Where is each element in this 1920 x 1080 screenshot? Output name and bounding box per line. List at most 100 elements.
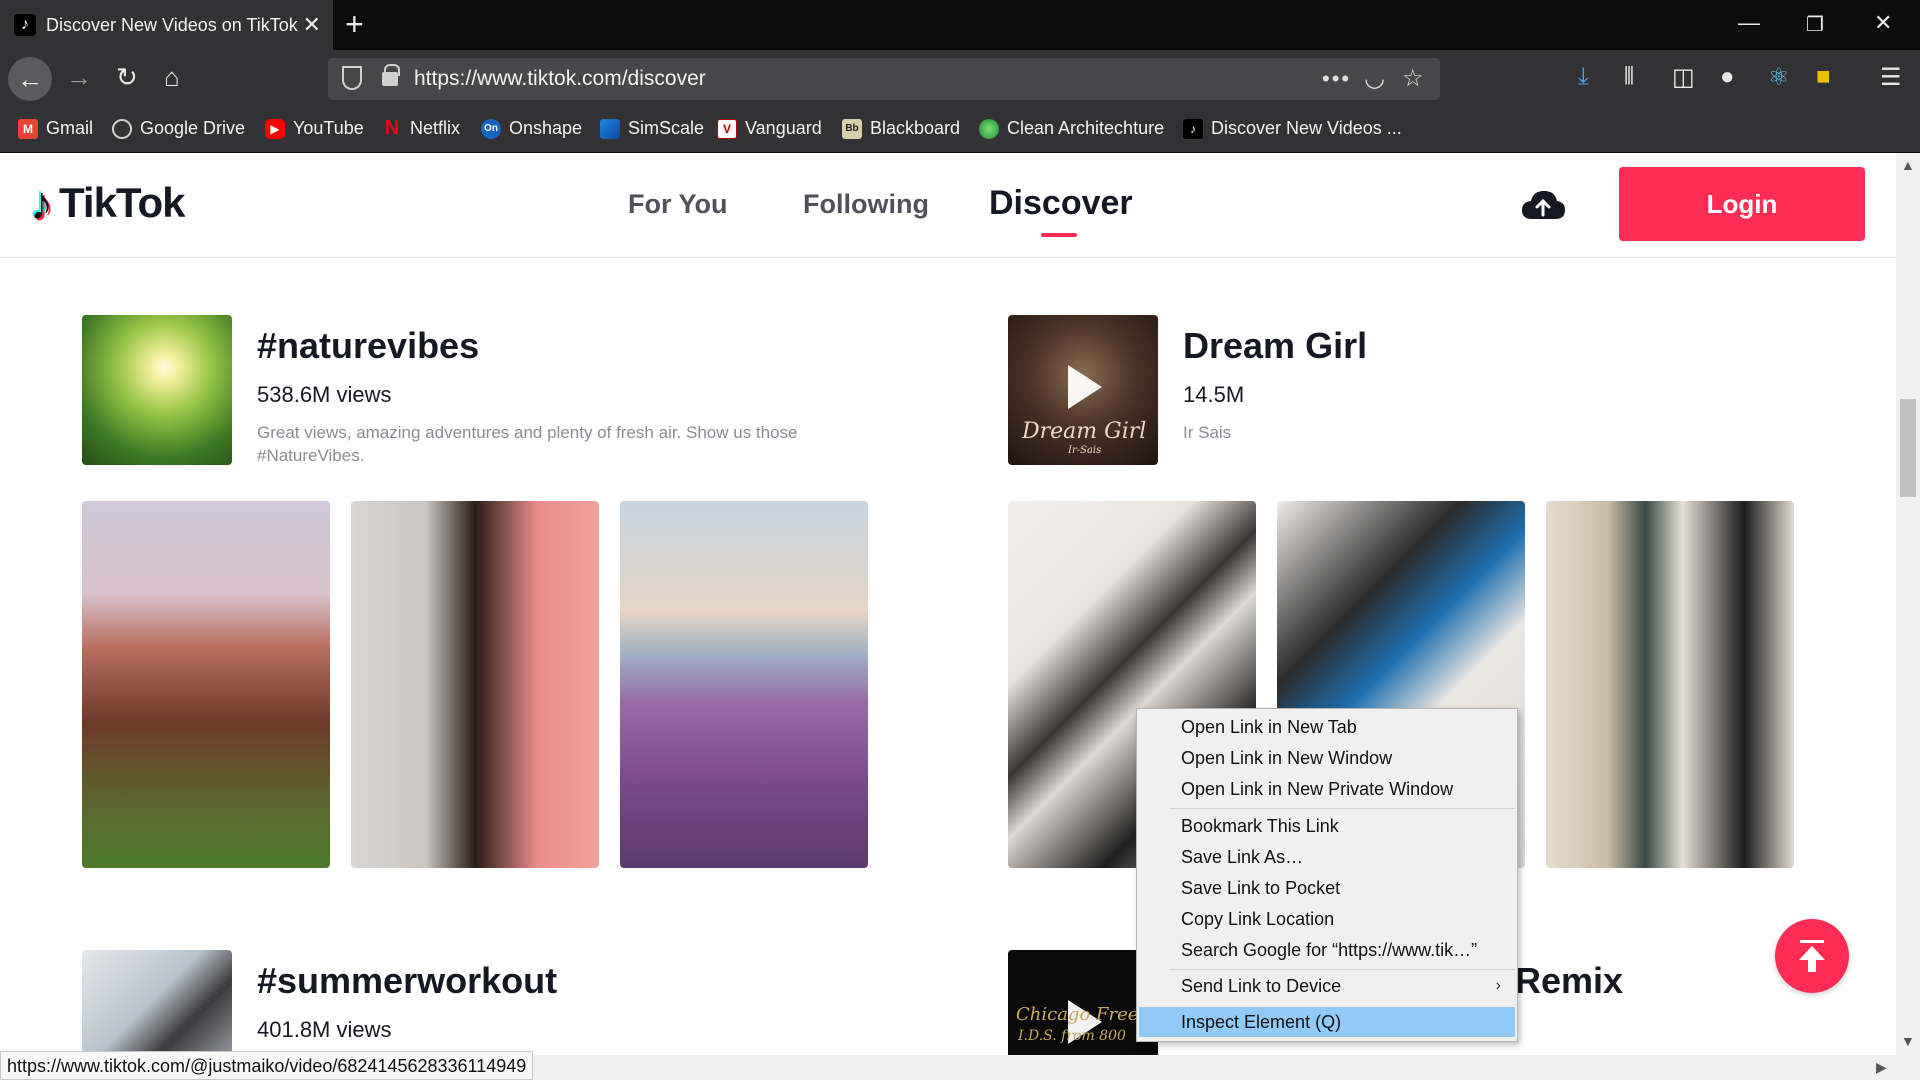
bookmark-simscale[interactable]: SimScale: [600, 118, 704, 139]
bookmark-netflix[interactable]: N Netflix: [382, 117, 461, 139]
shield-icon[interactable]: [342, 66, 362, 90]
menu-save-link-as[interactable]: Save Link As…: [1139, 842, 1515, 872]
page-actions-icon[interactable]: •••: [1322, 66, 1351, 92]
bookmark-label: Vanguard: [745, 118, 822, 138]
menu-separator: [1169, 969, 1515, 970]
menu-open-private-window[interactable]: Open Link in New Private Window: [1139, 774, 1515, 804]
menu-item-label: Send Link to Device: [1181, 976, 1342, 996]
menu-search-google[interactable]: Search Google for “https://www.tik…”: [1139, 935, 1515, 965]
forward-button[interactable]: →: [66, 62, 92, 92]
section-title[interactable]: #naturevibes: [257, 325, 479, 367]
tiktok-logo[interactable]: ♪ TikTok: [30, 177, 185, 229]
section-views: 14.5M: [1183, 382, 1245, 407]
scroll-down-icon[interactable]: ▼: [1901, 1033, 1915, 1049]
hashtag-thumbnail[interactable]: [82, 950, 232, 1055]
arrow-left-icon: ←: [17, 63, 43, 94]
menu-open-new-tab[interactable]: Open Link in New Tab: [1139, 712, 1515, 742]
bookmark-gmail[interactable]: M Gmail: [18, 118, 93, 139]
vertical-scrollbar[interactable]: ▲ ▼: [1896, 153, 1920, 1055]
tiktok-note-icon: ♪: [30, 177, 53, 229]
arrow-up-icon: [1799, 946, 1825, 960]
section-views: 538.6M views: [257, 382, 392, 407]
play-icon: [1068, 365, 1102, 409]
home-button[interactable]: ⌂: [164, 62, 180, 92]
react-devtools-icon[interactable]: ⚛: [1768, 63, 1790, 92]
blackboard-icon: Bb: [842, 118, 862, 139]
menu-bookmark-link[interactable]: Bookmark This Link: [1139, 811, 1515, 841]
menu-save-to-pocket[interactable]: Save Link to Pocket: [1139, 873, 1515, 903]
menu-copy-link-location[interactable]: Copy Link Location: [1139, 904, 1515, 934]
reload-button[interactable]: ↻: [116, 62, 138, 92]
sound-thumbnail[interactable]: Dream Girl Ir-Sais: [1008, 315, 1158, 465]
menu-icon[interactable]: ☰: [1880, 63, 1902, 92]
bookmark-label: Gmail: [46, 118, 94, 138]
scroll-right-icon[interactable]: ▶: [1876, 1059, 1887, 1076]
thumbnail-subcaption: Ir-Sais: [1068, 445, 1102, 456]
section-title[interactable]: #summerworkout: [257, 960, 557, 1002]
url-bar[interactable]: https://www.tiktok.com/discover ••• ◡ ☆: [328, 58, 1440, 100]
bookmark-label: Clean Architechture: [1007, 118, 1165, 138]
menu-open-new-window[interactable]: Open Link in New Window: [1139, 743, 1515, 773]
video-card[interactable]: [82, 501, 330, 868]
video-card[interactable]: [351, 501, 599, 868]
bookmark-vanguard[interactable]: V Vanguard: [717, 118, 822, 139]
gmail-icon: M: [18, 118, 38, 139]
tab-following[interactable]: Following: [803, 189, 929, 220]
account-icon[interactable]: ●: [1720, 63, 1735, 91]
video-card[interactable]: [620, 501, 868, 868]
hashtag-thumbnail[interactable]: [82, 315, 232, 465]
downloads-icon[interactable]: ⤓: [1578, 63, 1589, 91]
close-tab-icon[interactable]: ✕: [303, 12, 321, 38]
bookmark-onshape[interactable]: On Onshape: [481, 118, 582, 139]
bookmark-label: Netflix: [410, 118, 461, 138]
active-tab-indicator: [1041, 233, 1077, 237]
bookmark-youtube[interactable]: ▶ YouTube: [265, 118, 364, 139]
close-window-icon[interactable]: ✕: [1874, 10, 1892, 36]
new-tab-button[interactable]: +: [345, 8, 364, 40]
thumbnail-caption: Dream Girl: [1022, 419, 1147, 444]
minimize-icon[interactable]: —: [1738, 10, 1760, 36]
bookmark-label: Blackboard: [870, 118, 961, 138]
tab-for-you[interactable]: For You: [628, 189, 728, 220]
link-status-bar: https://www.tiktok.com/@justmaiko/video/…: [0, 1051, 534, 1080]
extension-icon[interactable]: ■: [1816, 63, 1831, 91]
tiktok-favicon-icon: ♪: [14, 14, 36, 36]
bookmark-blackboard[interactable]: Bb Blackboard: [842, 118, 960, 139]
tab-discover[interactable]: Discover: [989, 184, 1133, 223]
arrow-stem-icon: [1808, 960, 1816, 972]
thumbnail-subcaption: I.D.S. from 800: [1018, 1028, 1126, 1044]
back-button[interactable]: ←: [8, 57, 52, 101]
bookmarks-bar: M Gmail Google Drive ▶ YouTube N Netflix…: [0, 108, 1920, 153]
url-text[interactable]: https://www.tiktok.com/discover: [414, 67, 706, 91]
menu-inspect-element[interactable]: Inspect Element (Q): [1139, 1007, 1515, 1037]
scroll-up-icon[interactable]: ▲: [1901, 157, 1915, 173]
bookmark-google-drive[interactable]: Google Drive: [112, 118, 245, 139]
green-orb-icon: [979, 118, 999, 139]
bookmark-star-icon[interactable]: ☆: [1402, 64, 1424, 93]
sidebar-icon[interactable]: ◫: [1672, 63, 1695, 92]
submenu-arrow-icon: ›: [1495, 977, 1501, 994]
video-card[interactable]: [1546, 501, 1794, 868]
section-title[interactable]: Remix: [1515, 960, 1623, 1002]
bookmark-discover-tiktok[interactable]: ♪ Discover New Videos ...: [1183, 118, 1402, 139]
lock-icon[interactable]: [382, 64, 400, 86]
context-menu: Open Link in New Tab Open Link in New Wi…: [1136, 708, 1518, 1042]
browser-tab[interactable]: ♪ Discover New Videos on TikTok ✕: [0, 0, 333, 50]
onshape-icon: On: [481, 118, 501, 139]
scrollbar-thumb[interactable]: [1900, 399, 1916, 497]
netflix-icon: N: [384, 117, 400, 139]
navigation-toolbar: ← → ↻ ⌂ https://www.tiktok.com/discover …: [0, 50, 1920, 108]
bookmark-label: YouTube: [293, 118, 364, 138]
restore-icon[interactable]: ❐: [1806, 12, 1824, 37]
library-icon[interactable]: ⫴: [1624, 63, 1634, 91]
tab-title: Discover New Videos on TikTok: [46, 14, 298, 35]
section-title[interactable]: Dream Girl: [1183, 325, 1367, 367]
bookmark-label: SimScale: [628, 118, 705, 138]
login-button[interactable]: Login: [1619, 167, 1865, 241]
menu-send-link-to-device[interactable]: Send Link to Device ›: [1139, 971, 1515, 1001]
bookmark-clean-architecture[interactable]: Clean Architechture: [979, 118, 1164, 139]
upload-cloud-icon[interactable]: [1520, 189, 1566, 221]
pocket-icon[interactable]: ◡: [1364, 64, 1385, 93]
tiktok-icon: ♪: [1183, 118, 1203, 139]
back-to-top-button[interactable]: [1775, 919, 1849, 993]
